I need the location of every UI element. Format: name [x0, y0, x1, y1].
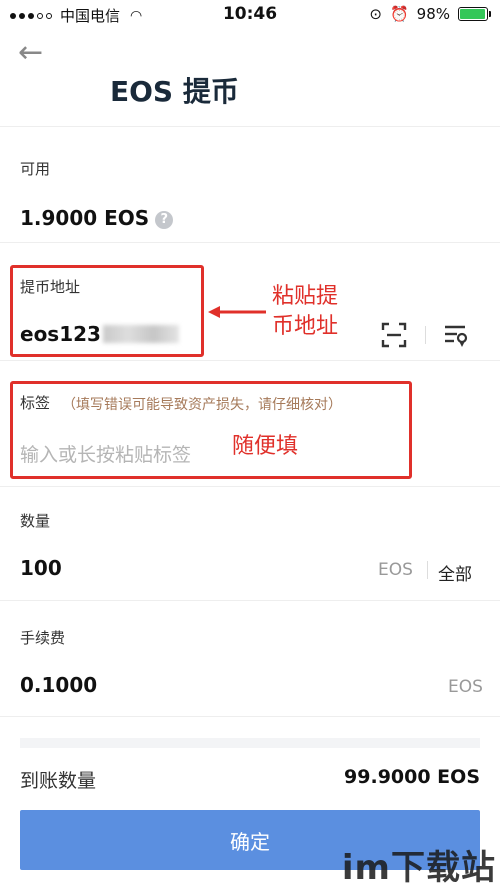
amount-label: 数量 — [20, 512, 51, 530]
fee-label: 手续费 — [20, 629, 66, 647]
available-value: 1.9000 EOS? — [20, 206, 174, 230]
amount-input[interactable]: 100 — [20, 556, 62, 580]
receive-value: 99.9000 EOS — [344, 766, 480, 788]
fee-value: 0.1000 — [20, 673, 98, 697]
battery-icon — [458, 7, 491, 21]
rotation-lock-icon: ⊙ — [369, 5, 382, 23]
status-right: ⊙ ⏰ 98% — [369, 5, 491, 23]
unit-separator — [427, 561, 428, 579]
divider — [0, 486, 500, 487]
annotation-arrow — [208, 306, 266, 318]
amount-unit: EOS — [378, 560, 413, 580]
memo-hint: （填写错误可能导致资产损失，请仔细核对） — [62, 397, 342, 413]
divider — [0, 242, 500, 243]
status-bar: 中国电信 ◠ 10:46 ⊙ ⏰ 98% — [0, 0, 500, 30]
address-input[interactable]: eos123 — [20, 322, 179, 346]
divider — [0, 360, 500, 361]
annotation-paste-address: 粘贴提 币地址 — [272, 282, 338, 342]
address-value: eos123 — [20, 322, 101, 346]
watermark: im下载站 — [341, 848, 496, 888]
header-divider — [0, 126, 500, 127]
annotation-line-2: 币地址 — [272, 314, 339, 339]
address-book-icon[interactable] — [443, 322, 469, 348]
scan-icon[interactable] — [381, 322, 407, 348]
arrow-left-icon[interactable]: ← — [18, 38, 43, 68]
fee-unit: EOS — [448, 677, 483, 697]
annotation-memo: 随便填 — [232, 434, 299, 459]
page-title: EOS 提币 — [110, 75, 239, 108]
battery-percent: 98% — [416, 5, 450, 23]
address-label: 提币地址 — [20, 278, 81, 296]
divider — [0, 716, 500, 717]
memo-input[interactable]: 输入或长按粘贴标签 — [20, 440, 191, 467]
alarm-icon: ⏰ — [389, 5, 409, 23]
available-amount: 1.9000 EOS — [20, 206, 150, 230]
section-gap — [20, 738, 480, 748]
address-blurred — [102, 325, 179, 343]
help-icon[interactable]: ? — [155, 211, 174, 229]
receive-label: 到账数量 — [20, 770, 97, 792]
available-label: 可用 — [20, 160, 51, 178]
annotation-line-1: 粘贴提 — [272, 284, 339, 309]
icon-separator — [425, 326, 426, 344]
all-button[interactable]: 全部 — [438, 560, 472, 585]
memo-label: 标签 — [20, 394, 51, 412]
divider — [0, 600, 500, 601]
